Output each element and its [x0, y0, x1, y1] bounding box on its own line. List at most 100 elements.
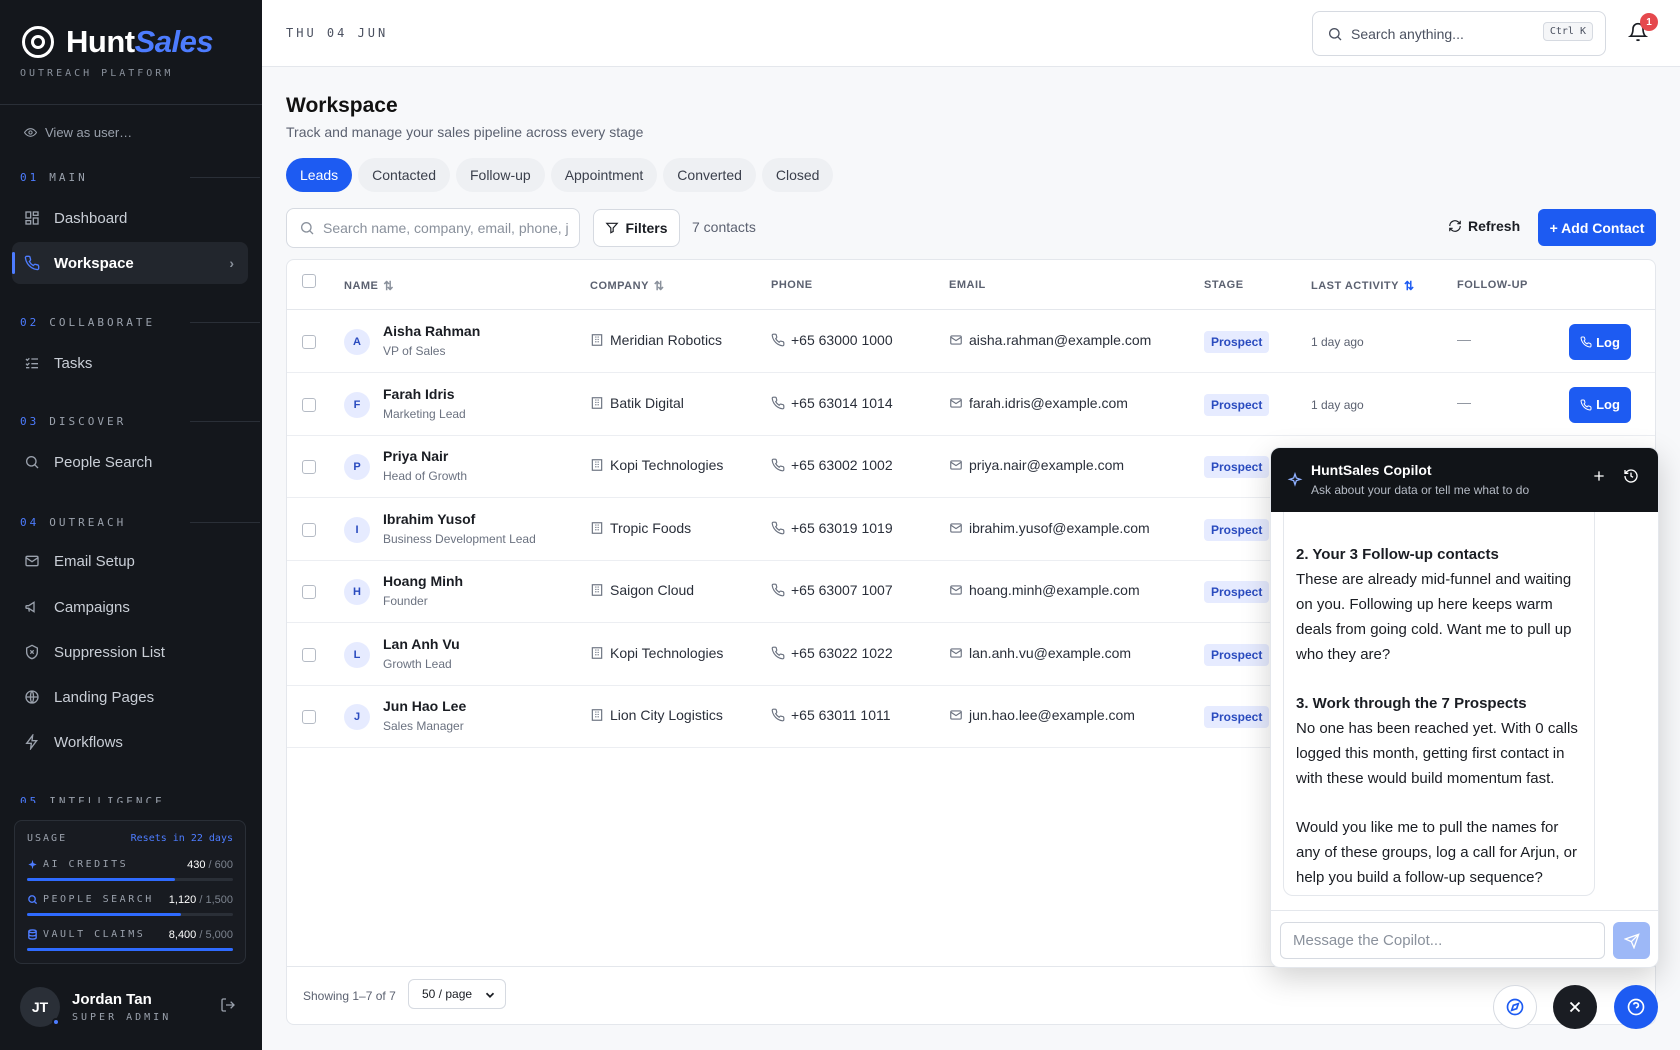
sidebar-item-people-search[interactable]: People Search	[12, 441, 248, 483]
search-icon	[301, 222, 314, 235]
sidebar-item-tasks[interactable]: Tasks	[12, 342, 248, 384]
tab-appointment[interactable]: Appointment	[550, 158, 658, 192]
tab-leads[interactable]: Leads	[286, 158, 353, 192]
tab-follow-up[interactable]: Follow-up	[455, 158, 545, 192]
tab-converted[interactable]: Converted	[663, 158, 756, 192]
usage-label: VAULT CLAIMS	[43, 929, 146, 940]
row-checkbox[interactable]	[302, 522, 316, 537]
table-row[interactable]: A Aisha Rahman VP of Sales Meridian Robotic…	[287, 311, 1655, 373]
phone-cell[interactable]: +65 63022 1022	[771, 645, 893, 661]
history-icon[interactable]	[1623, 468, 1639, 484]
email-cell[interactable]: farah.idris@example.com	[949, 395, 1128, 411]
log-label: Log	[1596, 397, 1620, 412]
user-profile[interactable]: JT Jordan Tan SUPER ADMIN	[20, 985, 242, 1029]
contact-name[interactable]: Aisha Rahman	[383, 323, 480, 339]
tab-contacted[interactable]: Contacted	[358, 158, 450, 192]
column-label: EMAIL	[949, 279, 986, 291]
row-checkbox[interactable]	[302, 585, 316, 599]
phone-cell[interactable]: +65 63011 1011	[771, 707, 891, 723]
company-cell: Tropic Foods	[590, 520, 691, 536]
contact-name[interactable]: Priya Nair	[383, 448, 448, 464]
phone-cell[interactable]: +65 63007 1007	[771, 582, 893, 598]
row-checkbox[interactable]	[302, 710, 316, 724]
copilot-message-input[interactable]: Message the Copilot...	[1280, 922, 1605, 959]
select-all-checkbox[interactable]	[302, 274, 316, 288]
email-cell[interactable]: hoang.minh@example.com	[949, 582, 1140, 598]
avatar-initials: JT	[31, 999, 49, 1015]
column-header-follow-up: FOLLOW-UP	[1457, 279, 1528, 291]
contact-title: Business Development Lead	[383, 531, 536, 546]
column-header-name[interactable]: NAME ⇅	[344, 279, 394, 293]
contact-search-input[interactable]: Search name, company, email, phone, j	[286, 208, 580, 248]
filters-button[interactable]: Filters	[593, 209, 680, 247]
copilot-subtitle: Ask about your data or tell me what to d…	[1311, 483, 1530, 497]
logout-icon[interactable]	[220, 997, 236, 1013]
contact-title: Growth Lead	[383, 656, 452, 671]
contact-name[interactable]: Farah Idris	[383, 386, 455, 402]
table-row[interactable]: F Farah Idris Marketing Lead Batik Digital +…	[287, 374, 1655, 436]
sidebar-item-workspace[interactable]: Workspace ›	[12, 242, 248, 284]
explore-button[interactable]	[1493, 985, 1537, 1029]
usage-panel: USAGE Resets in 22 days AI CREDITS 430 / …	[14, 820, 246, 964]
grid-icon	[25, 211, 39, 225]
column-header-last-activity[interactable]: LAST ACTIVITY ⇅	[1311, 279, 1415, 293]
global-search-input[interactable]: Search anything... Ctrl K	[1312, 11, 1606, 56]
row-checkbox[interactable]	[302, 397, 316, 412]
email-cell[interactable]: ibrahim.yusof@example.com	[949, 520, 1150, 536]
view-as-user-button[interactable]: View as user…	[24, 125, 132, 140]
email-cell[interactable]: aisha.rahman@example.com	[949, 332, 1151, 348]
usage-used: 430	[187, 859, 206, 871]
row-checkbox[interactable]	[302, 647, 316, 662]
company-name: Lion City Logistics	[610, 707, 723, 723]
phone-cell[interactable]: +65 63019 1019	[771, 520, 893, 536]
email-cell[interactable]: jun.hao.lee@example.com	[949, 707, 1135, 723]
sidebar-item-email-setup[interactable]: Email Setup	[12, 540, 248, 582]
pagination-summary: Showing 1–7 of 7	[303, 989, 396, 1003]
section-label: OUTREACH	[49, 516, 127, 529]
sidebar-item-suppression-list[interactable]: Suppression List	[12, 631, 248, 673]
email-address: jun.hao.lee@example.com	[969, 707, 1135, 723]
new-chat-icon[interactable]	[1591, 468, 1607, 484]
keyboard-shortcut: Ctrl K	[1542, 22, 1593, 41]
phone-cell[interactable]: +65 63000 1000	[771, 332, 893, 348]
contact-name[interactable]: Lan Anh Vu	[383, 636, 460, 652]
contact-name[interactable]: Jun Hao Lee	[383, 698, 466, 714]
sidebar-item-workflows[interactable]: Workflows	[12, 721, 248, 763]
email-cell[interactable]: priya.nair@example.com	[949, 457, 1124, 473]
sidebar-item-label: Workflows	[54, 733, 123, 751]
mail-icon	[950, 710, 962, 720]
add-contact-button[interactable]: + Add Contact	[1538, 209, 1656, 246]
column-header-company[interactable]: COMPANY ⇅	[590, 279, 664, 293]
building-icon	[591, 334, 603, 346]
row-checkbox[interactable]	[302, 460, 316, 474]
section-outreach: 04 OUTREACH	[20, 516, 260, 529]
phone-cell[interactable]: +65 63002 1002	[771, 457, 893, 473]
contact-name[interactable]: Ibrahim Yusof	[383, 511, 475, 527]
refresh-button[interactable]: Refresh	[1448, 218, 1520, 234]
close-copilot-button[interactable]	[1553, 985, 1597, 1029]
mail-icon	[950, 585, 962, 595]
usage-title: USAGE	[27, 833, 68, 844]
building-icon	[591, 584, 603, 596]
column-header-stage: STAGE	[1204, 279, 1244, 291]
row-checkbox[interactable]	[302, 335, 316, 349]
email-cell[interactable]: lan.anh.vu@example.com	[949, 645, 1131, 661]
company-name: Kopi Technologies	[610, 644, 724, 661]
phone-cell[interactable]: +65 63014 1014	[771, 395, 893, 411]
help-button[interactable]	[1614, 985, 1658, 1029]
brand-logo[interactable]: HuntSales	[22, 24, 214, 60]
tab-closed[interactable]: Closed	[761, 158, 834, 192]
avatar: F	[344, 391, 370, 418]
company-cell: Meridian Robotics	[590, 332, 722, 348]
sidebar-item-campaigns[interactable]: Campaigns	[12, 586, 248, 628]
log-call-button[interactable]: Log	[1569, 324, 1631, 360]
send-button[interactable]	[1613, 922, 1650, 959]
log-call-button[interactable]: Log	[1569, 386, 1631, 423]
email-address: hoang.minh@example.com	[969, 582, 1140, 598]
sidebar-item-landing-pages[interactable]: Landing Pages	[12, 676, 248, 718]
building-icon	[591, 709, 603, 721]
sidebar-item-dashboard[interactable]: Dashboard	[12, 197, 248, 239]
per-page-select[interactable]: 50 / page	[408, 979, 506, 1009]
stage-badge: Prospect	[1204, 456, 1270, 478]
contact-name[interactable]: Hoang Minh	[383, 573, 463, 589]
